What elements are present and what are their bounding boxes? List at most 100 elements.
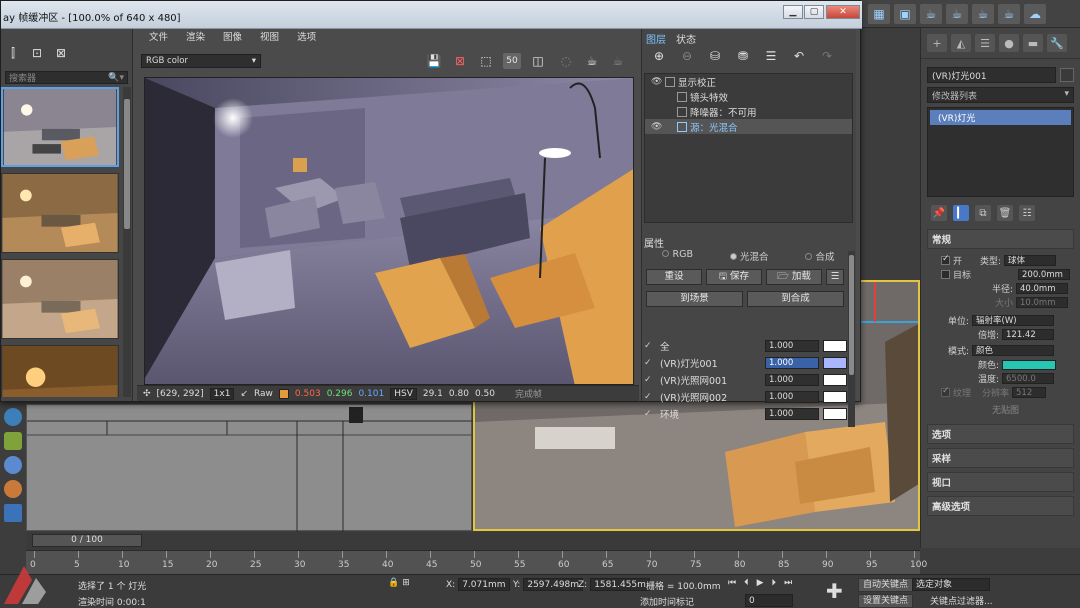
properties-scrollbar[interactable]	[848, 251, 855, 427]
options-menu-button[interactable]: ☰	[826, 269, 844, 285]
light-on-checkbox[interactable]	[941, 254, 950, 265]
render-frame-icon[interactable]: ▣	[894, 3, 916, 24]
region-render-icon[interactable]: ⬚	[477, 53, 495, 69]
undo-icon[interactable]: ↶	[790, 48, 808, 64]
light-mix-row[interactable]: ✓ (VR)灯光001 1.000	[644, 354, 847, 371]
render-setup-icon[interactable]: ▦	[868, 3, 890, 24]
goto-start-icon[interactable]: ⏮	[728, 578, 736, 588]
current-frame-field[interactable]: 0	[745, 594, 793, 607]
prev-frame-icon[interactable]: ⏴	[744, 578, 749, 588]
layer-list-icon[interactable]: ☰	[762, 48, 780, 64]
check-icon[interactable]: ✓	[644, 375, 656, 385]
history-list[interactable]	[1, 87, 123, 397]
vfb-titlebar[interactable]: ay 帧缓冲区 - [100.0% of 640 x 480] ▁ ▢ ✕	[1, 1, 862, 29]
interactive-render-icon[interactable]: ☕	[609, 53, 627, 69]
clear-image-icon[interactable]: ⊠	[451, 53, 469, 69]
light-color-swatch[interactable]	[1002, 359, 1056, 370]
redo-icon[interactable]: ↷	[818, 48, 836, 64]
check-icon[interactable]: ✓	[644, 341, 656, 351]
layer-tree-item[interactable]: 降噪器：不可用	[645, 104, 852, 119]
render-cloud-icon[interactable]: ☁	[1024, 3, 1046, 24]
light-mix-row[interactable]: ✓ 环境 1.000	[644, 405, 847, 422]
light-mix-row[interactable]: ✓ 全 1.000	[644, 337, 847, 354]
goto-end-icon[interactable]: ⏭	[784, 578, 792, 588]
object-color-swatch[interactable]	[1060, 68, 1074, 82]
light-mix-row[interactable]: ✓ (VR)光照网001 1.000	[644, 371, 847, 388]
render-active-icon[interactable]: ☕	[998, 3, 1020, 24]
texture-checkbox[interactable]	[941, 386, 950, 397]
remove-modifier-icon[interactable]: 🗑	[997, 205, 1013, 221]
display-tab-icon[interactable]: ▬	[1023, 34, 1043, 52]
history-compare-icon[interactable]: ⫿	[5, 45, 21, 61]
light-mix-color[interactable]	[823, 407, 847, 420]
target-field[interactable]: 200.0mm	[1018, 269, 1070, 280]
radio-light-mix[interactable]: 光混合	[729, 249, 768, 263]
remove-layer-icon[interactable]: ⊖	[678, 48, 696, 64]
create-tab-icon[interactable]: +	[927, 34, 947, 52]
history-thumbnail[interactable]	[1, 87, 119, 167]
globe-icon[interactable]	[4, 408, 22, 426]
motion-tab-icon[interactable]: ●	[999, 34, 1019, 52]
eye-icon[interactable]: 👁	[651, 77, 662, 87]
menu-render[interactable]: 渲染	[186, 29, 205, 43]
render-icon[interactable]: ☕	[920, 3, 942, 24]
light-mix-value[interactable]: 1.000	[765, 339, 819, 352]
channel-dropdown[interactable]: RGB color ▾	[141, 54, 261, 68]
size-field[interactable]: 10.0mm	[1016, 297, 1068, 308]
history-save-icon[interactable]: ⊡	[29, 45, 45, 61]
stop-render-icon[interactable]: ◌	[557, 53, 575, 69]
object-name-field[interactable]: (VR)灯光001	[927, 67, 1056, 83]
layer-tree-item[interactable]: 👁 源：光混合	[645, 119, 852, 134]
light-mix-color[interactable]	[823, 356, 847, 369]
eye-icon[interactable]: 👁	[651, 122, 662, 132]
tab-stats[interactable]: 状态	[676, 31, 696, 46]
target-checkbox[interactable]	[941, 270, 950, 279]
check-icon[interactable]: ✓	[644, 409, 656, 419]
render-image[interactable]	[144, 77, 634, 385]
hierarchy-tab-icon[interactable]: ☰	[975, 34, 995, 52]
render-teapot-icon[interactable]: ☕	[583, 53, 601, 69]
rollout-advanced-header[interactable]: 高级选项	[927, 496, 1074, 516]
texture-map-button[interactable]: 无贴图	[941, 403, 1070, 416]
modifier-stack-item[interactable]: (VR)灯光	[930, 110, 1071, 125]
mode-dropdown[interactable]: 颜色	[972, 345, 1054, 356]
resolution-field[interactable]: 512	[1012, 387, 1047, 398]
rollout-general-header[interactable]: 常规	[927, 229, 1074, 249]
rollout-viewport-header[interactable]: 视口	[927, 472, 1074, 492]
tab-layers[interactable]: 图层	[646, 31, 666, 46]
time-slider[interactable]: 0 / 100	[32, 534, 142, 547]
menu-options[interactable]: 选项	[297, 29, 316, 43]
history-search-input[interactable]: 搜索器 🔍▾	[5, 71, 128, 84]
history-thumbnail[interactable]	[1, 173, 119, 253]
rollout-sampling-header[interactable]: 采样	[927, 448, 1074, 468]
radio-rgb[interactable]: RGB	[662, 249, 693, 263]
add-layer-icon[interactable]: ⊕	[650, 48, 668, 64]
radius-field[interactable]: 40.0mm	[1016, 283, 1068, 294]
key-filters-button[interactable]: 关键点过滤器...	[930, 594, 993, 607]
light-mix-color[interactable]	[823, 390, 847, 403]
properties-scrollbar-thumb[interactable]	[849, 255, 854, 375]
selection-lock-icon[interactable]: 🔒	[388, 578, 399, 588]
modify-tab-icon[interactable]: ◭	[951, 34, 971, 52]
unit-dropdown[interactable]: 辐射率(W)	[972, 315, 1054, 326]
render-production-icon[interactable]: ☕	[946, 3, 968, 24]
minimize-icon[interactable]: ▁	[783, 5, 803, 19]
make-unique-icon[interactable]: ⧉	[975, 205, 991, 221]
light-mix-value[interactable]: 1.000	[765, 373, 819, 386]
pin-stack-icon[interactable]: 📌	[931, 205, 947, 221]
test-resolution-icon[interactable]: 50	[503, 53, 521, 69]
plant-icon[interactable]	[4, 432, 22, 450]
check-icon[interactable]: ✓	[644, 358, 656, 368]
modifier-stack[interactable]: (VR)灯光	[927, 107, 1074, 197]
zoom-dropdown[interactable]: 1x1	[209, 387, 235, 400]
coord-z-field[interactable]: 1581.455m	[590, 578, 650, 591]
utilities-tab-icon[interactable]: 🔧	[1047, 34, 1067, 52]
save-image-icon[interactable]: 💾	[425, 53, 443, 69]
coord-x-field[interactable]: 7.071mm	[458, 578, 510, 591]
type-dropdown[interactable]: 球体	[1004, 255, 1057, 266]
absolute-mode-icon[interactable]: ⊞	[402, 578, 410, 588]
sphere-icon[interactable]	[4, 456, 22, 474]
play-icon[interactable]: ▶	[757, 578, 764, 588]
menu-image[interactable]: 图像	[223, 29, 242, 43]
reset-button[interactable]: 重设	[646, 269, 702, 285]
